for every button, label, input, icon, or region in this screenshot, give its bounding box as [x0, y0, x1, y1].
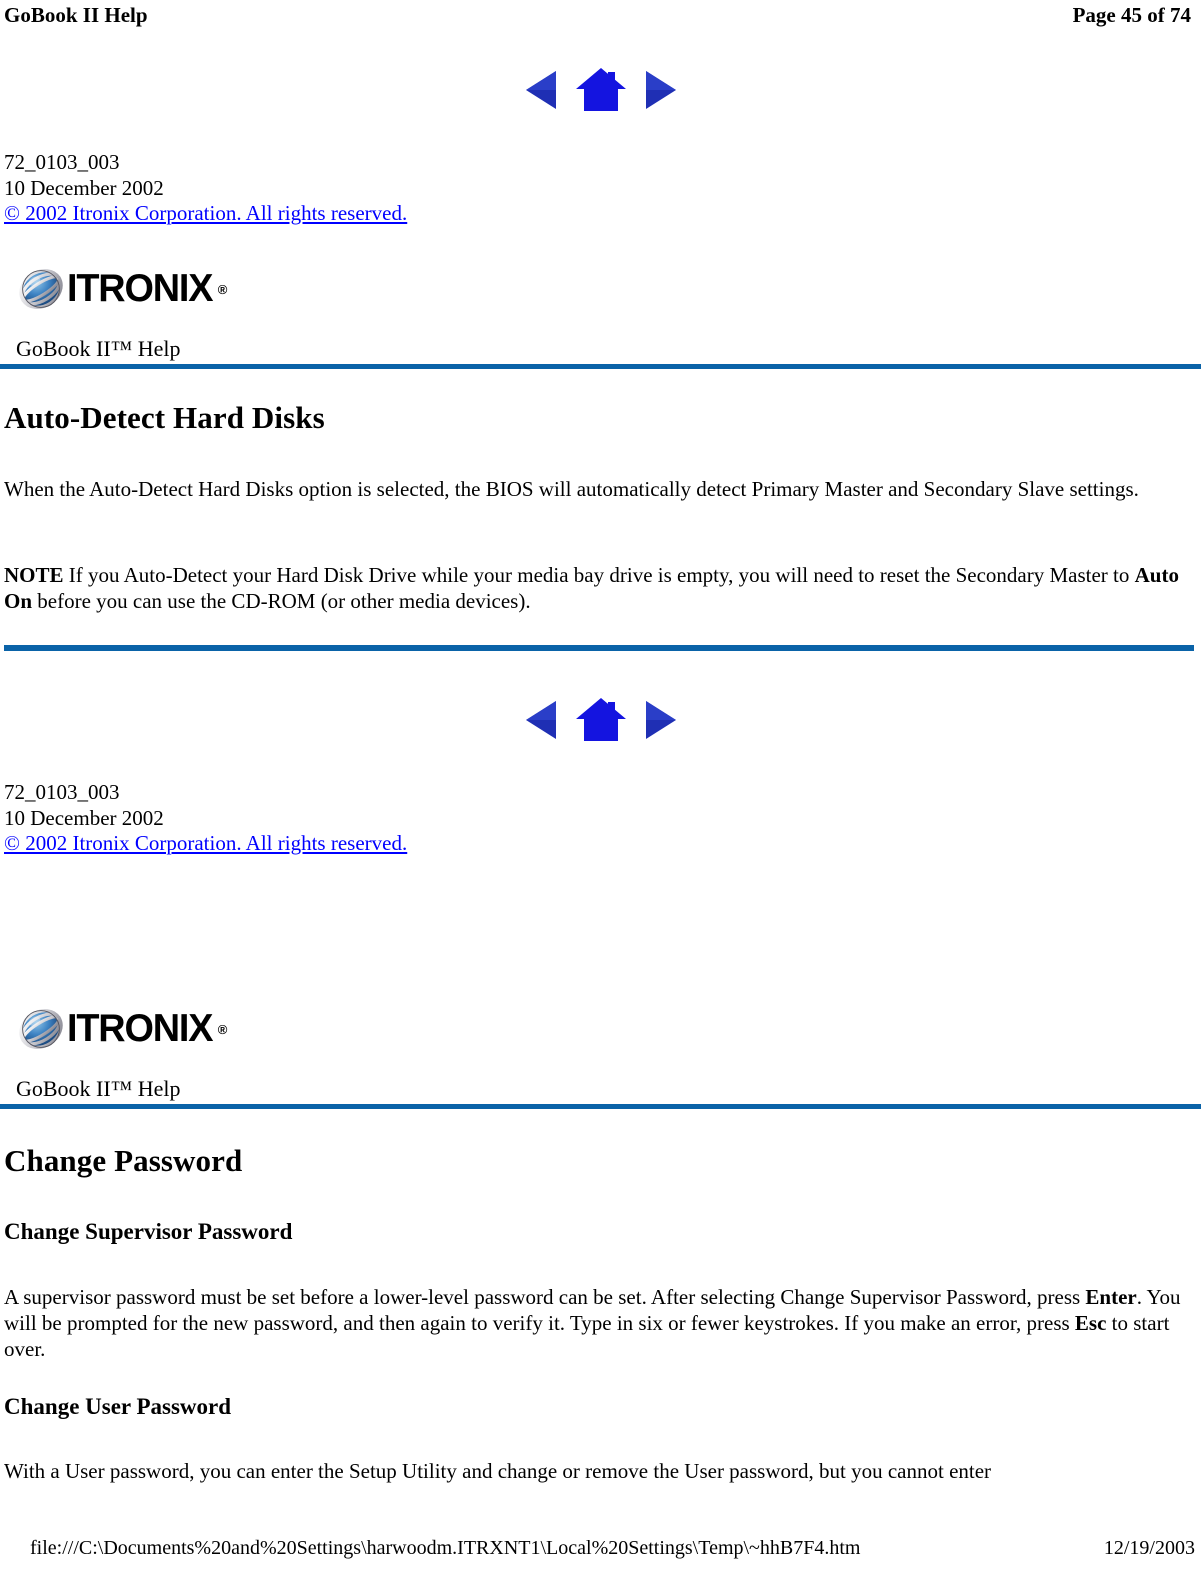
logo-row: ITRONIX ® — [0, 998, 1201, 1060]
logo-row: ITRONIX ® — [0, 258, 1201, 320]
document-date: 10 December 2002 — [4, 805, 164, 830]
help-label: GoBook II™ Help — [16, 1076, 181, 1101]
help-label: GoBook II™ Help — [16, 336, 181, 361]
back-triangle-icon[interactable] — [524, 67, 560, 113]
footer-date: 12/19/2003 — [1103, 1537, 1195, 1559]
copyright-link[interactable]: © 2002 Itronix Corporation. All rights r… — [4, 831, 407, 857]
subsection-heading: Change Supervisor Password — [4, 1219, 293, 1244]
document-id: 72_0103_003 — [4, 780, 120, 804]
note-text-part2: before you can use the CD-ROM (or other … — [32, 589, 531, 613]
brand-rule — [0, 364, 1201, 369]
auto-detect-note: NOTE If you Auto-Detect your Hard Disk D… — [4, 562, 1194, 614]
document-date: 10 December 2002 — [4, 175, 164, 200]
user-password-body: With a User password, you can enter the … — [4, 1458, 1194, 1484]
supervisor-password-heading-wrap: Change Supervisor Password — [4, 1218, 1194, 1246]
globe-icon — [19, 269, 63, 309]
brand-banner-bottom: ITRONIX ® GoBook II™ Help — [0, 998, 1201, 1109]
home-house-icon[interactable] — [574, 65, 628, 115]
back-triangle-icon[interactable] — [524, 697, 560, 743]
supervisor-paragraph: A supervisor password must be set before… — [4, 1284, 1194, 1362]
registered-trademark-icon: ® — [217, 281, 228, 297]
itronix-wordmark: ITRONIX — [67, 267, 213, 310]
auto-detect-intro: When the Auto-Detect Hard Disks option i… — [4, 476, 1194, 502]
brand-banner-top: ITRONIX ® GoBook II™ Help — [0, 258, 1201, 369]
navigation-bar-bottom — [0, 692, 1201, 748]
supervisor-password-body: A supervisor password must be set before… — [4, 1284, 1194, 1362]
forward-triangle-icon[interactable] — [642, 697, 678, 743]
running-header: GoBook II Help Page 45 of 74 — [0, 0, 1201, 34]
supervisor-text-part1: A supervisor password must be set before… — [4, 1285, 1086, 1309]
user-paragraph: With a User password, you can enter the … — [4, 1459, 992, 1483]
file-path: file:///C:\Documents%20and%20Settings\ha… — [30, 1537, 861, 1559]
auto-detect-section: Auto-Detect Hard Disks — [4, 400, 1194, 436]
document-info-block-bottom: 72_0103_003 10 December 2002 © 2002 Itro… — [4, 780, 407, 857]
page-title: Change Password — [4, 1143, 243, 1178]
note-label: NOTE — [4, 563, 64, 587]
document-id: 72_0103_003 — [4, 150, 120, 174]
enter-key-label: Enter — [1085, 1285, 1137, 1309]
note-paragraph: NOTE If you Auto-Detect your Hard Disk D… — [4, 562, 1194, 614]
user-password-heading-wrap: Change User Password — [4, 1393, 1194, 1421]
document-info-block-top: 72_0103_003 10 December 2002 © 2002 Itro… — [4, 150, 407, 227]
brand-rule — [0, 1104, 1201, 1109]
page-title: Auto-Detect Hard Disks — [4, 400, 325, 435]
page-indicator: Page 45 of 74 — [1072, 3, 1191, 27]
globe-icon — [19, 1009, 63, 1049]
intro-paragraph: When the Auto-Detect Hard Disks option i… — [4, 477, 1139, 501]
esc-key-label: Esc — [1074, 1311, 1107, 1335]
registered-trademark-icon: ® — [217, 1021, 228, 1037]
document-page: GoBook II Help Page 45 of 74 72_0103_003… — [0, 0, 1201, 1570]
itronix-wordmark: ITRONIX — [67, 1007, 213, 1050]
subsection-heading: Change User Password — [4, 1394, 232, 1419]
home-house-icon[interactable] — [574, 695, 628, 745]
section-divider — [4, 645, 1194, 651]
copyright-link[interactable]: © 2002 Itronix Corporation. All rights r… — [4, 201, 407, 227]
note-text-part1: If you Auto-Detect your Hard Disk Drive … — [63, 563, 1135, 587]
header-title: GoBook II Help — [4, 3, 148, 27]
navigation-bar-top — [0, 62, 1201, 118]
change-password-section: Change Password — [4, 1143, 1194, 1179]
forward-triangle-icon[interactable] — [642, 67, 678, 113]
running-footer: file:///C:\Documents%20and%20Settings\ha… — [0, 1534, 1201, 1562]
